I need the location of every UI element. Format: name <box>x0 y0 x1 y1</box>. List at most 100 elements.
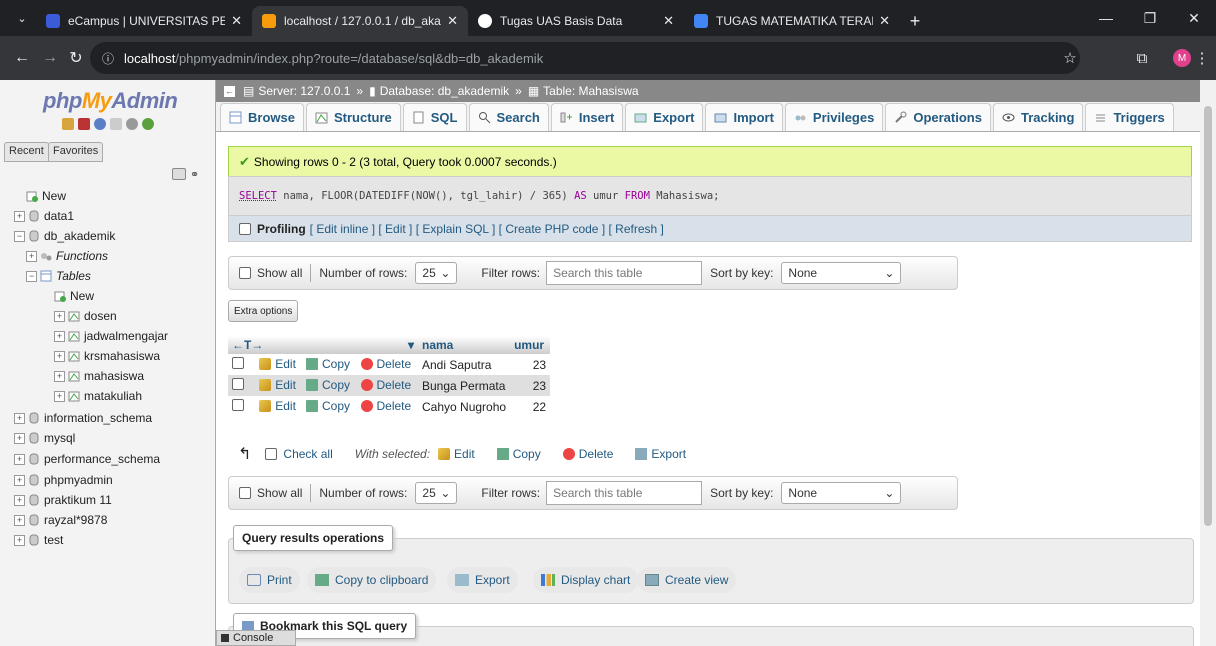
tree-item-jadwalmengajar[interactable]: + jadwalmengajar <box>54 326 168 346</box>
favorites-tab[interactable]: Favorites <box>48 142 104 162</box>
export-button[interactable]: Export <box>447 567 518 593</box>
collapse-icon[interactable]: − <box>26 270 37 282</box>
expand-icon[interactable]: + <box>14 210 25 222</box>
expand-icon[interactable]: + <box>54 330 65 342</box>
recent-tab[interactable]: Recent <box>4 142 49 162</box>
copy-row-button[interactable]: Copy <box>306 378 350 392</box>
column-arrows[interactable]: ←T→ ▾ <box>228 336 418 354</box>
expand-icon[interactable]: + <box>14 412 25 424</box>
column-umur[interactable]: umur <box>510 336 551 354</box>
bulk-export-button[interactable]: Export <box>635 447 686 461</box>
sql-keyword[interactable]: SELECT <box>239 190 277 202</box>
browser-tab-matematika[interactable]: TUGAS MATEMATIKA TERAPAN ✕ <box>684 6 900 36</box>
query-action-links[interactable]: [ Edit inline ] [ Edit ] [ Explain SQL ]… <box>310 222 664 236</box>
expand-icon[interactable]: + <box>54 310 65 322</box>
row-checkbox[interactable] <box>232 357 244 369</box>
tab-structure[interactable]: Structure <box>305 103 401 131</box>
tree-item-matakuliah[interactable]: + matakuliah <box>54 386 142 406</box>
delete-row-button[interactable]: Delete <box>360 399 411 413</box>
reload-navigation-icon[interactable] <box>142 118 154 130</box>
display-chart-button[interactable]: Display chart <box>533 567 639 593</box>
browser-tab-ecampus[interactable]: eCampus | UNIVERSITAS PELITA ✕ <box>36 6 252 36</box>
breadcrumb-server[interactable]: Server: 127.0.0.1 <box>258 84 350 98</box>
close-tab-icon[interactable]: ✕ <box>663 13 674 29</box>
expand-icon[interactable]: + <box>54 350 65 362</box>
help-icon[interactable] <box>94 118 106 130</box>
expand-icon[interactable]: + <box>14 514 25 526</box>
filter-rows-input[interactable]: Search this table <box>546 261 703 285</box>
sort-by-key-select[interactable]: None ⌄ <box>781 262 902 284</box>
sql-query-display[interactable]: SELECT nama, FLOOR(DATEDIFF(NOW(), tgl_l… <box>228 176 1192 216</box>
edit-row-button[interactable]: Edit <box>259 378 296 392</box>
expand-icon[interactable]: + <box>14 453 25 465</box>
breadcrumb-database[interactable]: Database: db_akademik <box>380 84 509 98</box>
row-checkbox[interactable] <box>232 399 244 411</box>
tree-item-db-akademik[interactable]: − db_akademik <box>14 226 115 246</box>
copy-row-button[interactable]: Copy <box>306 399 350 413</box>
close-tab-icon[interactable]: ✕ <box>879 13 890 29</box>
forward-arrow-icon[interactable]: → <box>36 44 64 72</box>
tab-triggers[interactable]: Triggers <box>1085 103 1174 131</box>
bookmark-star-icon[interactable]: ☆ <box>1056 44 1084 72</box>
tree-item-tables[interactable]: − Tables <box>26 266 91 286</box>
bulk-copy-button[interactable]: Copy <box>496 447 541 461</box>
expand-icon[interactable]: + <box>54 390 65 402</box>
delete-row-button[interactable]: Delete <box>360 357 411 371</box>
rows-select[interactable]: 25 ⌄ <box>415 262 458 284</box>
minimize-icon[interactable]: — <box>1084 0 1128 36</box>
rows-select[interactable]: 25 ⌄ <box>415 482 458 504</box>
reload-icon[interactable]: ↻ <box>62 44 90 72</box>
expand-icon[interactable]: + <box>14 494 25 506</box>
docs-icon[interactable] <box>110 118 122 130</box>
browser-menu-icon[interactable]: ⋮ <box>1188 44 1216 72</box>
new-tab-button[interactable]: + <box>900 6 930 36</box>
extensions-icon[interactable]: ⧉ <box>1128 44 1156 72</box>
tree-item-functions[interactable]: + Functions <box>26 246 108 266</box>
tree-item-new[interactable]: New <box>26 186 66 206</box>
logout-icon[interactable] <box>78 118 90 130</box>
tab-operations[interactable]: Operations <box>885 103 991 131</box>
tree-item-new-table[interactable]: New <box>54 286 94 306</box>
tab-search[interactable]: Search <box>468 103 549 131</box>
bulk-delete-button[interactable]: Delete <box>562 447 613 461</box>
tab-tracking[interactable]: Tracking <box>992 103 1084 131</box>
tree-item-information-schema[interactable]: + information_schema <box>14 408 152 428</box>
profiling-checkbox[interactable] <box>239 222 251 235</box>
tree-item-krsmahasiswa[interactable]: + krsmahasiswa <box>54 346 160 366</box>
copy-to-clipboard-button[interactable]: Copy to clipboard <box>307 567 437 593</box>
phpmyadmin-logo[interactable]: phpMyAdmin <box>43 88 178 114</box>
tab-privileges[interactable]: Privileges <box>784 103 884 131</box>
bulk-edit-button[interactable]: Edit <box>438 447 475 461</box>
tree-item-rayzal[interactable]: + rayzal*9878 <box>14 510 107 530</box>
site-info-icon[interactable]: ⓘ <box>102 50 114 67</box>
tab-sql[interactable]: SQL <box>402 103 467 131</box>
show-all-checkbox[interactable] <box>239 487 251 499</box>
tree-item-praktikum[interactable]: + praktikum 11 <box>14 490 112 510</box>
address-bar[interactable]: ⓘ localhost/phpmyadmin/index.php?route=/… <box>90 42 1080 74</box>
tree-item-mahasiswa[interactable]: + mahasiswa <box>54 366 144 386</box>
edit-row-button[interactable]: Edit <box>259 399 296 413</box>
expand-icon[interactable]: + <box>14 474 25 486</box>
close-tab-icon[interactable]: ✕ <box>231 13 242 29</box>
collapse-icon[interactable]: − <box>14 230 25 242</box>
expand-icon[interactable]: + <box>26 250 37 262</box>
edit-row-button[interactable]: Edit <box>259 357 296 371</box>
expand-icon[interactable]: + <box>14 432 25 444</box>
link-with-main-icon[interactable]: ⚭ <box>190 168 199 181</box>
browser-tab-phpmyadmin[interactable]: localhost / 127.0.0.1 / db_akade ✕ <box>252 6 468 36</box>
delete-row-button[interactable]: Delete <box>360 378 411 392</box>
home-icon[interactable] <box>62 118 74 130</box>
collapse-sidebar-icon[interactable]: ← <box>224 85 235 97</box>
settings-gear-icon[interactable] <box>126 118 138 130</box>
console-toggle[interactable]: Console <box>216 630 296 646</box>
tab-browse[interactable]: Browse <box>220 103 304 131</box>
tab-insert[interactable]: Insert <box>550 103 624 131</box>
extra-options-button[interactable]: Extra options <box>228 300 299 322</box>
close-tab-icon[interactable]: ✕ <box>447 13 458 29</box>
breadcrumb-table[interactable]: Table: Mahasiswa <box>543 84 638 98</box>
print-button[interactable]: Print <box>239 567 300 593</box>
tree-item-performance-schema[interactable]: + performance_schema <box>14 449 160 469</box>
back-arrow-icon[interactable]: ← <box>8 44 36 72</box>
close-window-icon[interactable]: ✕ <box>1172 0 1216 36</box>
tree-item-data1[interactable]: + data1 <box>14 206 74 226</box>
